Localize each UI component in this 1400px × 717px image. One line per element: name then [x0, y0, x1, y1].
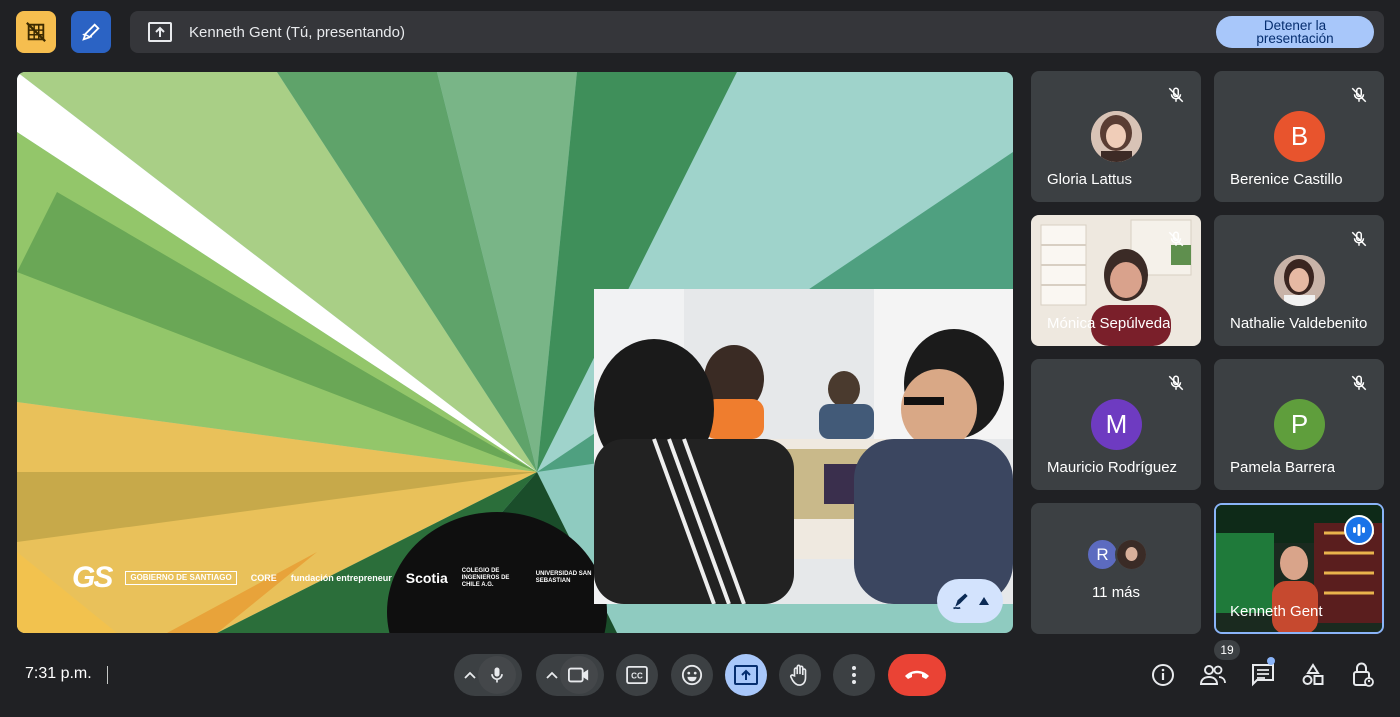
more-options-button[interactable]: [833, 654, 875, 696]
more-participants-label: 11 más: [1091, 584, 1141, 601]
people-count-badge: 19: [1214, 640, 1240, 660]
mic-off-icon: [1168, 87, 1184, 103]
present-screen-icon: [148, 20, 172, 44]
stop-presenting-button[interactable]: Detener la presentación: [1216, 16, 1374, 48]
annotate-button[interactable]: [71, 11, 111, 53]
people-icon: [1200, 665, 1226, 685]
activities-icon: [1302, 663, 1324, 685]
divider: [107, 666, 108, 684]
participant-tile[interactable]: P Pamela Barrera: [1214, 359, 1384, 490]
mic-off-icon: [1351, 375, 1367, 391]
mic-icon: [491, 667, 503, 683]
presenting-bar: Kenneth Gent (Tú, presentando) Detener l…: [130, 11, 1384, 53]
captions-icon: CC: [626, 666, 648, 684]
host-controls-button[interactable]: [1350, 662, 1376, 688]
participant-name: Kenneth Gent: [1230, 603, 1323, 620]
avatar: B: [1274, 111, 1325, 162]
emoji-icon: [681, 664, 703, 686]
avatar: P: [1274, 399, 1325, 450]
chat-button[interactable]: [1250, 662, 1276, 688]
participant-name: Gloria Lattus: [1047, 171, 1133, 188]
hide-tiles-button[interactable]: [16, 11, 56, 53]
hand-icon: [790, 664, 807, 686]
mic-control[interactable]: [454, 654, 522, 696]
chevron-up-icon[interactable]: [546, 671, 560, 679]
sponsor-logos: GS GOBIERNO DE SANTIAGO CORE fundación e…: [72, 561, 606, 594]
logo-usm: UNIVERSIDAD SAN SEBASTIAN: [535, 571, 592, 584]
chevron-up-icon: [979, 597, 989, 605]
chat-unread-dot: [1267, 657, 1275, 665]
more-participants-tile[interactable]: R 11 más: [1031, 503, 1201, 634]
emoji-button[interactable]: [671, 654, 713, 696]
raise-hand-button[interactable]: [779, 654, 821, 696]
more-vert-icon: [852, 666, 856, 684]
logo-gobierno: GOBIERNO DE SANTIAGO: [125, 571, 237, 585]
classroom-photo: [594, 289, 1013, 604]
participant-name: Berenice Castillo: [1230, 171, 1343, 188]
present-button[interactable]: [725, 654, 767, 696]
participant-name: Pamela Barrera: [1230, 459, 1336, 476]
people-button[interactable]: [1200, 662, 1226, 688]
avatar: M: [1091, 399, 1142, 450]
logo-core: CORE: [250, 572, 277, 583]
meeting-time: 7:31 p.m.: [25, 665, 92, 682]
mic-off-icon: [1351, 87, 1367, 103]
presentation-stage: GS GOBIERNO DE SANTIAGO CORE fundación e…: [17, 72, 1013, 633]
mic-off-icon: [1168, 375, 1184, 391]
speaking-indicator-icon: [1344, 515, 1374, 545]
pen-scribble-icon: [953, 593, 968, 610]
avatar: [1115, 538, 1148, 571]
participant-name: Mauricio Rodríguez: [1047, 459, 1178, 476]
participant-tile[interactable]: Nathalie Valdebenito: [1214, 215, 1384, 346]
chevron-up-icon[interactable]: [464, 671, 478, 679]
logo-colegio: COLEGIO DE INGENIEROS DE CHILE A.G.: [461, 567, 510, 588]
participant-name: Nathalie Valdebenito: [1230, 315, 1368, 332]
grid-off-icon: [26, 22, 46, 42]
mic-off-icon: [1351, 231, 1367, 247]
pen-icon: [82, 23, 100, 41]
participant-tile[interactable]: M Mauricio Rodríguez: [1031, 359, 1201, 490]
captions-button[interactable]: CC: [616, 654, 658, 696]
participant-tile[interactable]: Mónica Sepúlveda: [1031, 215, 1201, 346]
logo-fundacion: fundación entrepreneur: [290, 572, 392, 583]
participant-tile[interactable]: B Berenice Castillo: [1214, 71, 1384, 202]
svg-text:CC: CC: [631, 672, 643, 681]
camera-control[interactable]: [536, 654, 604, 696]
participant-tile[interactable]: Gloria Lattus: [1031, 71, 1201, 202]
camera-button[interactable]: [560, 656, 598, 694]
presenting-label: Kenneth Gent (Tú, presentando): [189, 23, 405, 41]
logo-scotia: Scotia: [405, 570, 448, 586]
overflow-avatars: R: [1086, 538, 1148, 571]
meeting-info-button[interactable]: [1150, 662, 1176, 688]
camera-icon: [568, 667, 589, 683]
logo-gs: GS: [72, 561, 113, 594]
annotation-toggle-button[interactable]: [937, 579, 1003, 623]
avatar: [1274, 255, 1325, 306]
chat-icon: [1252, 664, 1274, 687]
activities-button[interactable]: [1300, 662, 1326, 688]
self-video-tile[interactable]: Kenneth Gent: [1214, 503, 1384, 634]
mic-off-icon: [1168, 231, 1184, 247]
leave-call-button[interactable]: [888, 654, 946, 696]
info-icon: [1152, 664, 1174, 686]
lock-person-icon: [1353, 662, 1374, 687]
call-end-icon: [905, 670, 929, 679]
avatar: [1091, 111, 1142, 162]
participant-name: Mónica Sepúlveda: [1047, 315, 1171, 332]
present-screen-icon: [734, 665, 758, 685]
mic-button[interactable]: [478, 656, 516, 694]
